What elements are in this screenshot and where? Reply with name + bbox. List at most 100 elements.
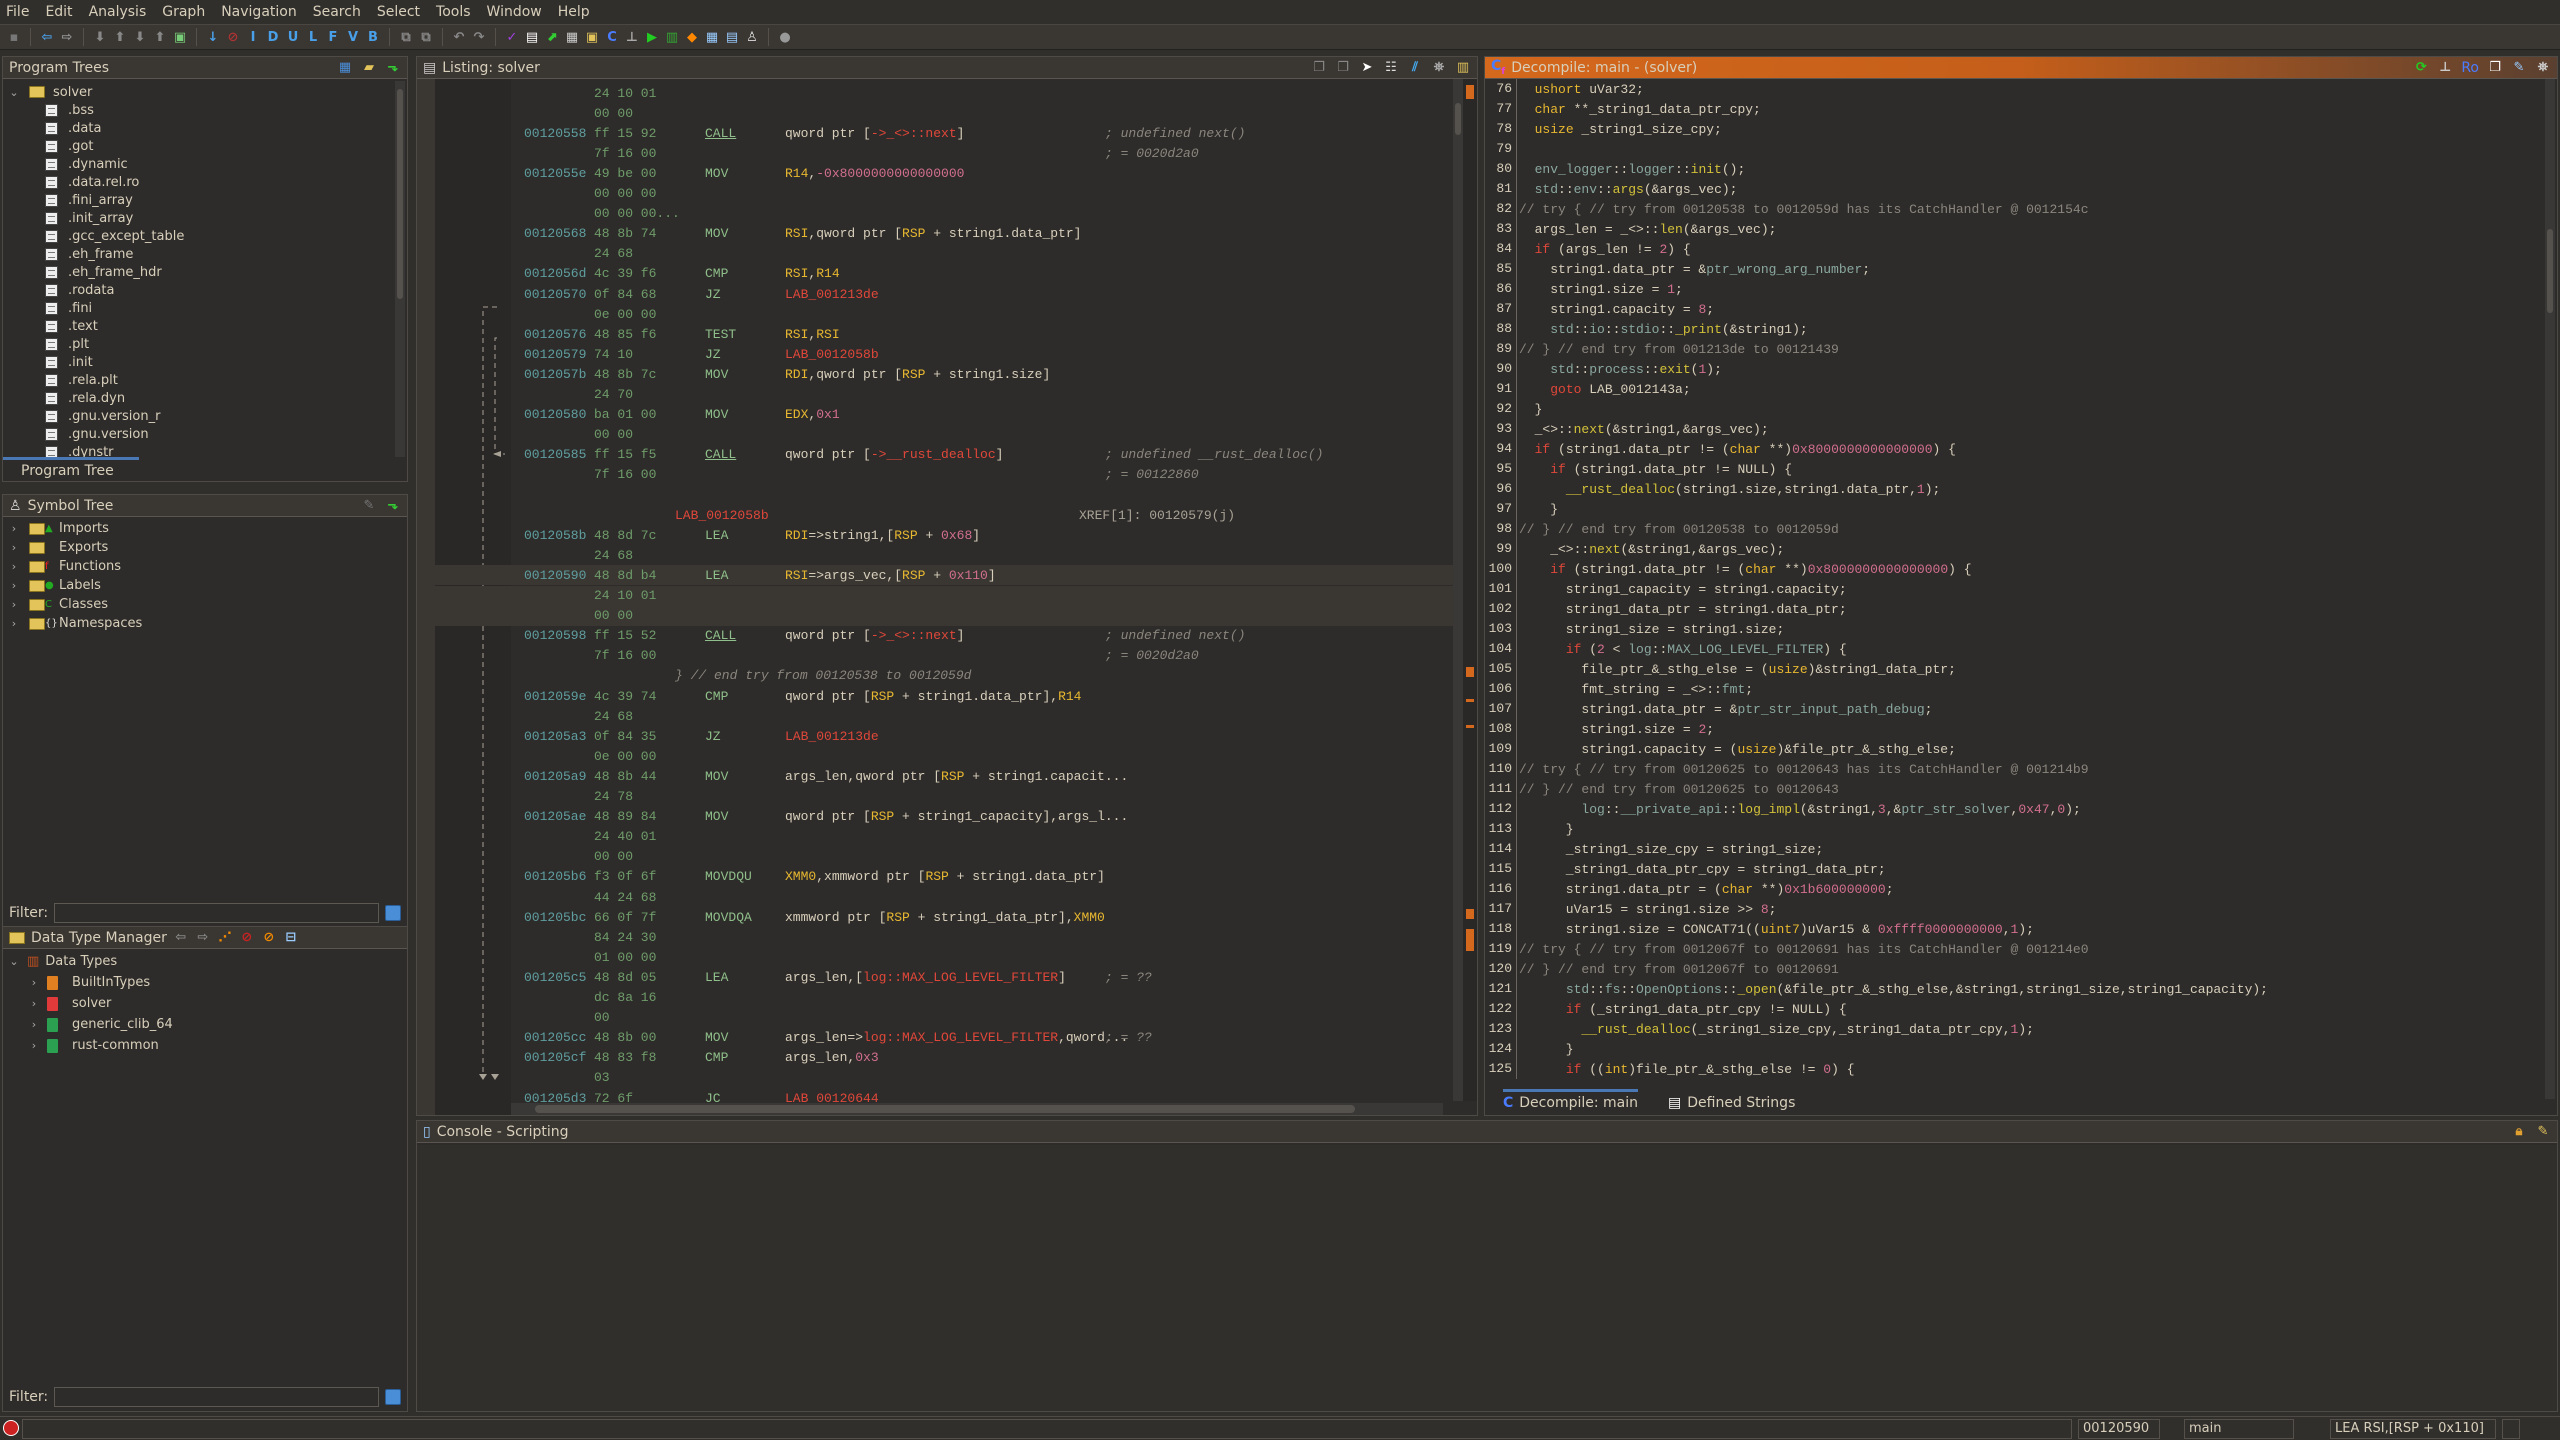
listing-row[interactable]: 00 00 00	[417, 184, 1457, 204]
tab-decompile-main[interactable]: C Decompile: main	[1503, 1088, 1639, 1111]
console-output[interactable]	[417, 1145, 2557, 1411]
code-text[interactable]: }	[1517, 822, 1574, 837]
tree-item-section[interactable]: .init_array	[3, 209, 395, 227]
code-line[interactable]: 76 ushort uVar32;	[1485, 79, 2557, 99]
tree-item-section[interactable]: .text	[3, 317, 395, 335]
code-text[interactable]: _string1_data_ptr_cpy = string1_data_ptr…	[1517, 862, 1886, 877]
instruction-operands[interactable]: RDI,qword ptr [RSP + string1.size]	[785, 367, 1050, 382]
code-text[interactable]: if (string1.data_ptr != (char **)0x80000…	[1517, 562, 1971, 577]
menu-window[interactable]: Window	[487, 4, 542, 20]
instruction-operands[interactable]: RSI=>args_vec,[RSP + 0x110]	[785, 568, 996, 583]
save-icon[interactable]: ▪	[6, 29, 22, 45]
tree-item-section[interactable]: .rodata	[3, 281, 395, 299]
instruction-operands[interactable]: LAB_001213de	[785, 729, 879, 744]
listing-row[interactable]: 01 00 00	[417, 947, 1457, 967]
code-text[interactable]: if (args_len != 2) {	[1517, 242, 1691, 257]
instruction-mnemonic[interactable]: CALL	[705, 628, 736, 643]
menu-analysis[interactable]: Analysis	[89, 4, 147, 20]
tree-item-section[interactable]: .rela.plt	[3, 371, 395, 389]
code-text[interactable]: usize _string1_size_cpy;	[1517, 122, 1722, 137]
instruction-address[interactable]: 0012058b	[524, 528, 586, 543]
chevron-right-icon[interactable]: ›	[27, 976, 41, 989]
filter-options-icon[interactable]	[385, 1389, 401, 1405]
tree-item-section[interactable]: .rela.dyn	[3, 389, 395, 407]
listing-row[interactable]: 00 00	[417, 103, 1457, 123]
code-line[interactable]: 107 string1.data_ptr = &ptr_str_input_pa…	[1485, 699, 2557, 719]
tree-item-section[interactable]: .dynstr	[3, 443, 395, 457]
down-arrow-icon[interactable]: ↓	[205, 29, 221, 45]
snapshot-icon[interactable]: ⛯	[1431, 60, 1447, 76]
diff-icon[interactable]: ⫽	[1407, 60, 1423, 76]
snapshot-icon[interactable]: ⛯	[2535, 60, 2551, 76]
graph-icon[interactable]: ⊥	[2437, 60, 2453, 76]
listing-row[interactable]	[417, 485, 1457, 505]
listing-row[interactable]: 00 00	[417, 425, 1457, 445]
code-text[interactable]: // } // end try from 00120625 to 0012064…	[1517, 782, 1839, 797]
listing-row[interactable]: 84 24 30	[417, 927, 1457, 947]
undo-icon[interactable]: ↶	[451, 29, 467, 45]
listing-row[interactable]: 24 70	[417, 385, 1457, 405]
listing-row[interactable]: 00120598 ff 15 52 CALL qword ptr [->_<>::ne…	[417, 626, 1457, 646]
instruction-mnemonic[interactable]: JZ	[705, 347, 721, 362]
instruction-mnemonic[interactable]: MOV	[705, 166, 728, 181]
code-line[interactable]: 78 usize _string1_size_cpy;	[1485, 119, 2557, 139]
listing-row[interactable]: 00120585 ff 15 f5 CALL qword ptr [->__rust_…	[417, 445, 1457, 465]
symbol-tree-imports[interactable]: › ▲ Imports	[3, 519, 407, 538]
code-line[interactable]: 96 __rust_dealloc(string1.size,string1.d…	[1485, 479, 2557, 499]
clear-icon[interactable]: ✎	[2535, 1124, 2551, 1140]
data-icon[interactable]: D	[265, 29, 281, 45]
code-line[interactable]: 112 log::__private_api::log_impl(&string…	[1485, 799, 2557, 819]
listing-row[interactable]: 00120568 48 8b 74 MOV RSI,qword ptr [RSP + …	[417, 224, 1457, 244]
listing-row[interactable]: 0012056d 4c 39 f6 CMP RSI,R14	[417, 264, 1457, 284]
symbol-tree-namespaces[interactable]: › {} Namespaces	[3, 614, 407, 633]
code-text[interactable]: char **_string1_data_ptr_cpy;	[1517, 102, 1761, 117]
code-line[interactable]: 124 }	[1485, 1039, 2557, 1059]
symbol-filter-input[interactable]	[54, 903, 379, 923]
edit-disabled-icon[interactable]: ✎	[361, 498, 377, 514]
code-text[interactable]: string1.size = 1;	[1517, 282, 1683, 297]
listing-row[interactable]: 0012058b 48 8d 7c LEA RDI=>string1,[RSP + 0…	[417, 525, 1457, 545]
code-line[interactable]: 94 if (string1.data_ptr != (char **)0x80…	[1485, 439, 2557, 459]
program-tree-scrollbar[interactable]	[395, 81, 405, 457]
code-text[interactable]: fmt_string = _<>::fmt;	[1517, 682, 1753, 697]
listing-row[interactable]: 00 00 00...	[417, 204, 1457, 224]
code-text[interactable]: string1.data_ptr = &ptr_str_input_path_d…	[1517, 702, 1932, 717]
instruction-mnemonic[interactable]: MOV	[705, 769, 728, 784]
code-label[interactable]: LAB_0012058b	[675, 508, 769, 523]
listing-row[interactable]: 24 68	[417, 244, 1457, 264]
decompiler-scrollbar[interactable]	[2545, 79, 2555, 1099]
tree-item-section[interactable]: .fini	[3, 299, 395, 317]
code-line[interactable]: 91 goto LAB_0012143a;	[1485, 379, 2557, 399]
chevron-right-icon[interactable]: ›	[7, 579, 21, 592]
listing-row[interactable]: 001205ae 48 89 84 MOV qword ptr [RSP + stri…	[417, 807, 1457, 827]
tree-item-section[interactable]: .plt	[3, 335, 395, 353]
code-text[interactable]: goto LAB_0012143a;	[1517, 382, 1690, 397]
listing-row[interactable]: 00120558 ff 15 92 CALL qword ptr [->_<>::ne…	[417, 123, 1457, 143]
instruction-address[interactable]: 001205a3	[524, 729, 586, 744]
code-text[interactable]: string1_size = string1.size;	[1517, 622, 1784, 637]
code-line[interactable]: 121 std::fs::OpenOptions::_open(&file_pt…	[1485, 979, 2557, 999]
menu-select[interactable]: Select	[377, 4, 420, 20]
listing-row[interactable]: 00	[417, 1008, 1457, 1028]
nav-next-icon[interactable]: ⬇	[132, 29, 148, 45]
instruction-address[interactable]: 001205cf	[524, 1050, 586, 1065]
instruction-mnemonic[interactable]: MOV	[705, 809, 728, 824]
instruction-address[interactable]: 001205cc	[524, 1030, 586, 1045]
code-line[interactable]: 99 _<>::next(&string1,&args_vec);	[1485, 539, 2557, 559]
menu-help[interactable]: Help	[558, 4, 590, 20]
listing-row[interactable]: 001205bc 66 0f 7f MOVDQA xmmword ptr [RSP +…	[417, 907, 1457, 927]
code-line[interactable]: 113 }	[1485, 819, 2557, 839]
listing-row[interactable]: 001205cc 48 8b 00 MOV args_len=>log::MAX_LO…	[417, 1028, 1457, 1048]
instruction-address[interactable]: 001205a9	[524, 769, 586, 784]
code-line[interactable]: 108 string1.size = 2;	[1485, 719, 2557, 739]
code-text[interactable]: string1.size = 2;	[1517, 722, 1714, 737]
program-tree-tab[interactable]: Program Tree	[3, 457, 139, 481]
instruction-icon[interactable]: I	[245, 29, 261, 45]
diamond-icon[interactable]: ◆	[684, 29, 700, 45]
code-line[interactable]: 120// } // end try from 0012067f to 0012…	[1485, 959, 2557, 979]
code-text[interactable]: if (2 < log::MAX_LOG_LEVEL_FILTER) {	[1517, 642, 1847, 657]
code-line[interactable]: 125 if ((int)file_ptr_&_sthg_else != 0) …	[1485, 1059, 2557, 1079]
listing-overview-bar[interactable]	[1463, 79, 1477, 1101]
menu-tools[interactable]: Tools	[436, 4, 471, 20]
code-line[interactable]: 122 if (_string1_data_ptr_cpy != NULL) {	[1485, 999, 2557, 1019]
